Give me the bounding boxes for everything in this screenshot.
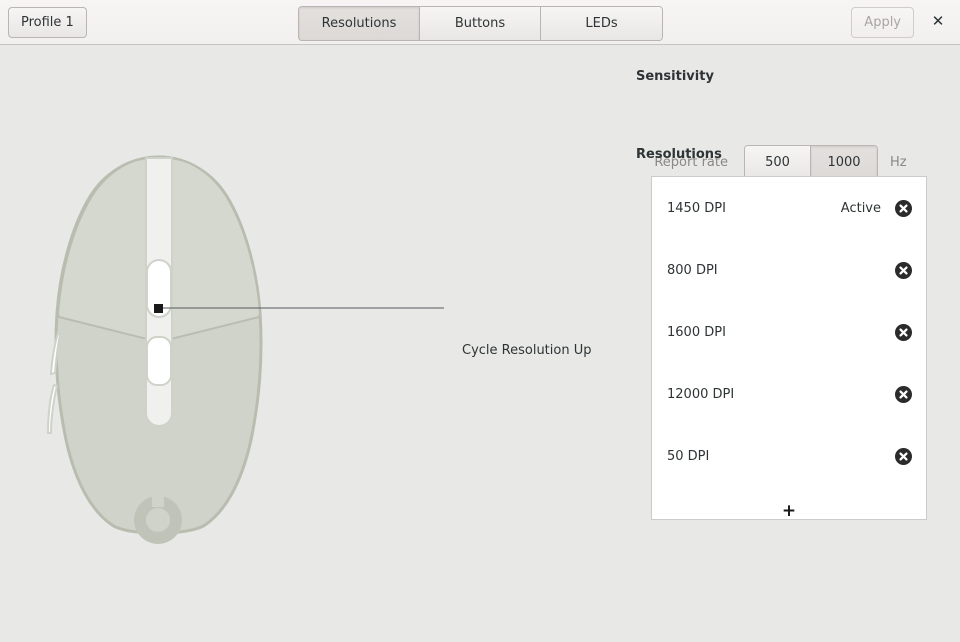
plus-icon: + xyxy=(782,503,796,520)
table-row[interactable]: 800 DPI xyxy=(652,239,926,301)
table-row[interactable]: 1600 DPI xyxy=(652,301,926,363)
close-icon[interactable]: ✕ xyxy=(922,6,954,38)
report-rate-option-1000[interactable]: 1000 xyxy=(811,146,877,179)
sensitivity-section-title: Sensitivity xyxy=(636,69,714,84)
close-circle-icon[interactable] xyxy=(895,262,912,279)
resolution-dpi-label: 1450 DPI xyxy=(667,201,841,216)
header-left-group: Profile 1 xyxy=(8,7,87,38)
apply-button[interactable]: Apply xyxy=(851,7,914,38)
settings-pane: Sensitivity Report rate 500 1000 Hz Reso… xyxy=(620,45,960,642)
main-content: Cycle Resolution Up Sensitivity Report r… xyxy=(0,45,960,642)
report-rate-unit: Hz xyxy=(890,155,907,170)
report-rate-switcher: 500 1000 xyxy=(744,145,878,180)
header-right-group: Apply ✕ xyxy=(851,6,954,38)
resolution-dpi-label: 12000 DPI xyxy=(667,387,895,402)
resolution-dpi-label: 1600 DPI xyxy=(667,325,895,340)
dpi-button[interactable] xyxy=(147,337,171,385)
tab-leds[interactable]: LEDs xyxy=(541,7,662,40)
tab-buttons[interactable]: Buttons xyxy=(420,7,541,40)
resolutions-list: 1450 DPI Active 800 DPI 1600 DPI xyxy=(651,176,927,520)
callout-label: Cycle Resolution Up xyxy=(462,343,592,358)
tab-resolutions[interactable]: Resolutions xyxy=(299,7,420,40)
close-circle-icon[interactable] xyxy=(895,448,912,465)
report-rate-option-500[interactable]: 500 xyxy=(745,146,811,179)
add-resolution-button[interactable]: + xyxy=(652,487,926,520)
table-row[interactable]: 1450 DPI Active xyxy=(652,177,926,239)
stack-switcher: Resolutions Buttons LEDs xyxy=(298,6,663,41)
right-click-region xyxy=(167,158,260,340)
status-badge: Active xyxy=(841,201,881,216)
resolution-dpi-label: 50 DPI xyxy=(667,449,895,464)
side-button-lower[interactable] xyxy=(48,385,57,433)
header-bar: Profile 1 Resolutions Buttons LEDs Apply… xyxy=(0,0,960,45)
table-row[interactable]: 12000 DPI xyxy=(652,363,926,425)
resolution-dpi-label: 800 DPI xyxy=(667,263,895,278)
resolutions-section-title: Resolutions xyxy=(636,147,722,162)
mouse-diagram-pane: Cycle Resolution Up xyxy=(0,45,620,642)
callout-marker xyxy=(154,304,163,313)
profile-button[interactable]: Profile 1 xyxy=(8,7,87,38)
close-circle-icon[interactable] xyxy=(895,200,912,217)
tab-switcher: Resolutions Buttons LEDs xyxy=(298,6,663,41)
left-click-region xyxy=(58,158,151,340)
close-circle-icon[interactable] xyxy=(895,386,912,403)
table-row[interactable]: 50 DPI xyxy=(652,425,926,487)
close-circle-icon[interactable] xyxy=(895,324,912,341)
